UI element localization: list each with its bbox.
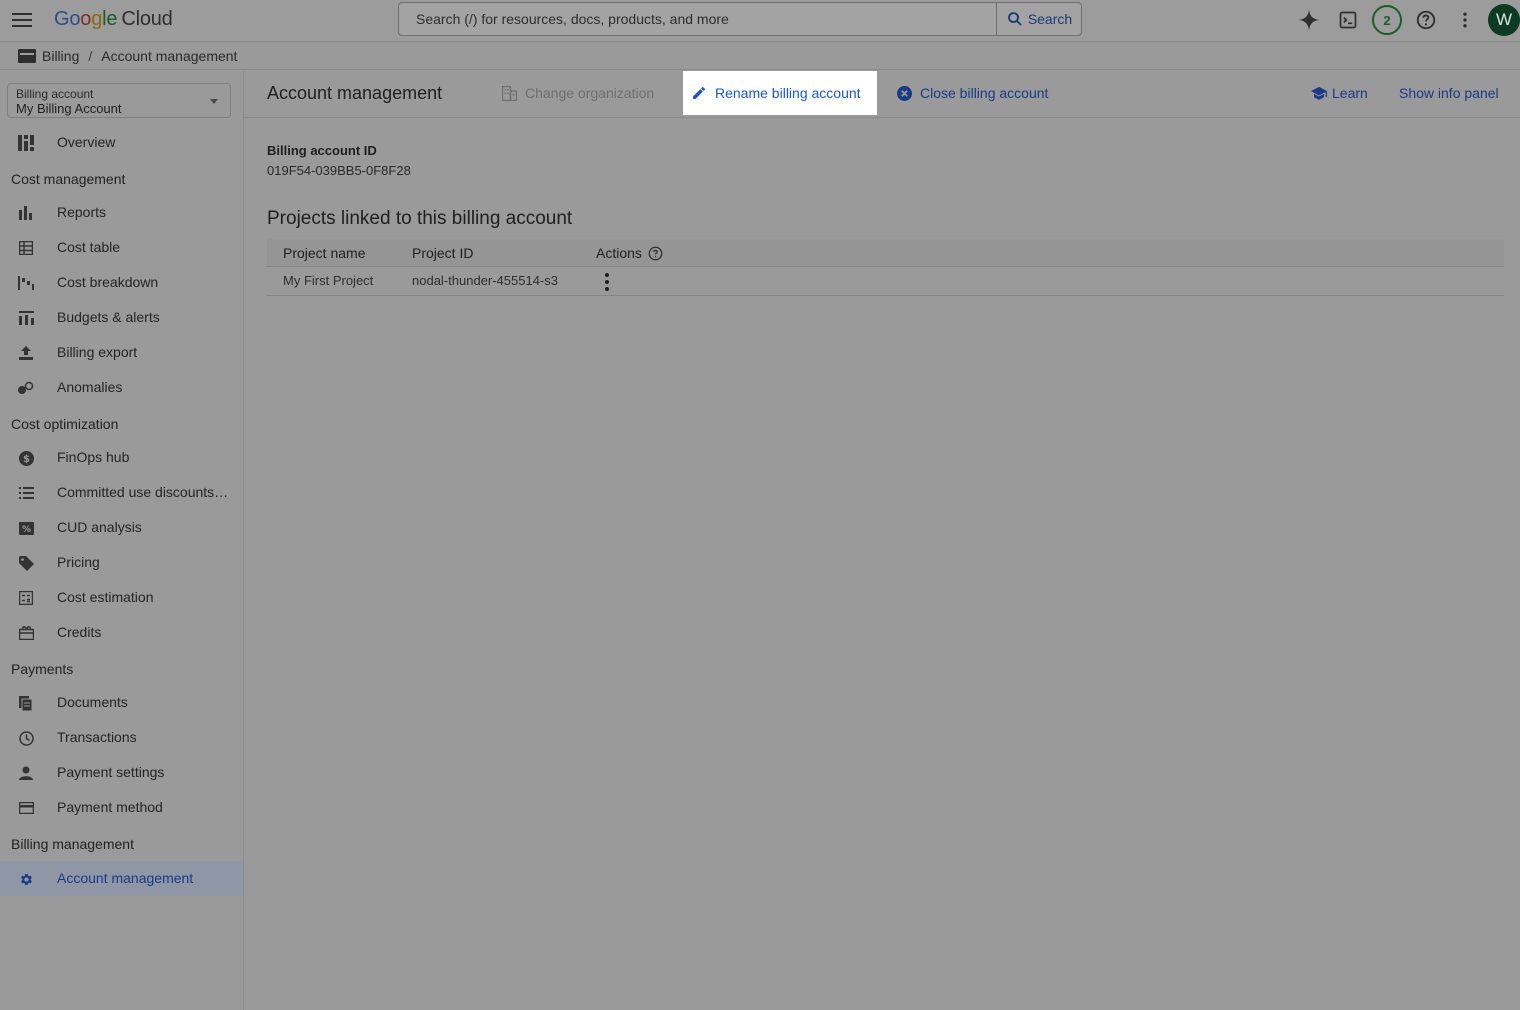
project-id-cell: nodal-thunder-455514-s3: [412, 273, 558, 288]
rename-billing-account-button[interactable]: Rename billing account: [683, 71, 877, 115]
google-cloud-logo[interactable]: Google Cloud: [54, 8, 173, 31]
breadcrumb: Billing / Account management: [0, 43, 1520, 70]
column-header-project-name: Project name: [283, 245, 366, 261]
help-icon[interactable]: [1410, 4, 1442, 36]
column-header-actions: Actions: [596, 245, 663, 261]
billing-account-id-label: Billing account ID: [267, 143, 377, 158]
table-header-row: Project name Project ID Actions: [267, 239, 1504, 267]
sidebar-item-committed-use-discounts[interactable]: Committed use discounts…: [0, 475, 243, 510]
top-bar: GoogleCloud Search 2 W: [0, 0, 1520, 42]
sidebar-item-account-management[interactable]: Account management: [0, 861, 243, 896]
more-options-icon[interactable]: [1449, 4, 1481, 36]
cloud-shell-icon[interactable]: [1332, 4, 1364, 36]
search-input[interactable]: [399, 3, 995, 35]
table-icon: [18, 240, 34, 256]
dashboard-icon: [18, 135, 34, 151]
gear-icon: [18, 871, 34, 887]
breadcrumb-account-management: Account management: [101, 48, 238, 64]
search-bar: Search: [398, 2, 1082, 36]
column-header-project-id: Project ID: [412, 245, 474, 261]
learn-button[interactable]: Learn: [1311, 71, 1368, 115]
section-cost-optimization: Cost optimization: [11, 416, 119, 432]
projects-section-title: Projects linked to this billing account: [267, 208, 573, 229]
section-cost-management: Cost management: [11, 171, 126, 187]
search-icon: [1007, 12, 1022, 26]
gemini-sparkle-icon[interactable]: [1293, 4, 1325, 36]
list-icon: [18, 485, 34, 501]
main-content: Account management Change organization R…: [244, 71, 1520, 1010]
percent-icon: %: [18, 520, 34, 536]
building-icon: [502, 85, 517, 101]
projects-table: Project name Project ID Actions My First…: [267, 239, 1504, 296]
billing-account-select[interactable]: Billing account My Billing Account: [7, 83, 231, 118]
sidebar: Billing account My Billing Account Overv…: [0, 71, 244, 1010]
sidebar-item-reports[interactable]: Reports: [0, 195, 243, 230]
section-billing-management: Billing management: [11, 836, 134, 852]
credit-card-icon: [18, 800, 34, 816]
school-icon: [1311, 86, 1327, 101]
breadcrumb-separator: /: [88, 48, 93, 64]
sidebar-item-payment-method[interactable]: Payment method: [0, 790, 243, 825]
table-row: My First Project nodal-thunder-455514-s3: [267, 267, 1504, 296]
sidebar-item-overview[interactable]: Overview: [0, 125, 243, 160]
svg-text:%: %: [21, 525, 30, 535]
sidebar-item-credits[interactable]: Credits: [0, 615, 243, 650]
bar-chart-icon: [18, 205, 34, 221]
page-toolbar: Account management Change organization R…: [244, 71, 1520, 118]
page-title: Account management: [267, 83, 443, 103]
sidebar-item-cost-breakdown[interactable]: Cost breakdown: [0, 265, 243, 300]
sidebar-item-payment-settings[interactable]: Payment settings: [0, 755, 243, 790]
person-icon: [18, 765, 34, 781]
change-organization-button[interactable]: Change organization: [502, 71, 654, 115]
search-button[interactable]: Search: [996, 3, 1081, 35]
dollar-circle-icon: $: [18, 450, 34, 466]
billing-account-select-value: My Billing Account: [16, 101, 122, 116]
account-avatar[interactable]: W: [1488, 4, 1520, 36]
chevron-down-icon: [210, 99, 218, 104]
calculator-icon: [18, 590, 34, 606]
section-payments: Payments: [11, 661, 74, 677]
svg-text:$: $: [23, 454, 30, 465]
billing-account-select-label: Billing account: [16, 87, 94, 101]
documents-icon: [18, 695, 34, 711]
sidebar-item-documents[interactable]: Documents: [0, 685, 243, 720]
main-menu-icon[interactable]: [12, 10, 32, 30]
gift-card-icon: [18, 625, 34, 641]
anomalies-icon: [18, 380, 34, 396]
row-actions-menu-icon[interactable]: [599, 272, 615, 292]
sidebar-item-finops-hub[interactable]: $ FinOps hub: [0, 440, 243, 475]
sidebar-item-transactions[interactable]: Transactions: [0, 720, 243, 755]
breadcrumb-billing[interactable]: Billing: [42, 48, 79, 64]
close-circle-icon: [897, 85, 912, 101]
show-info-panel-button[interactable]: Show info panel: [1399, 71, 1499, 115]
billing-icon: [18, 49, 36, 63]
clock-icon: [18, 730, 34, 746]
pencil-icon: [691, 85, 707, 101]
upload-icon: [18, 345, 34, 361]
sidebar-item-cost-table[interactable]: Cost table: [0, 230, 243, 265]
waterfall-chart-icon: [18, 275, 34, 291]
sidebar-item-cost-estimation[interactable]: Cost estimation: [0, 580, 243, 615]
project-name-cell: My First Project: [283, 273, 374, 288]
sidebar-item-cud-analysis[interactable]: % CUD analysis: [0, 510, 243, 545]
sidebar-item-billing-export[interactable]: Billing export: [0, 335, 243, 370]
budget-chart-icon: [18, 310, 34, 326]
sidebar-item-pricing[interactable]: Pricing: [0, 545, 243, 580]
notifications-badge[interactable]: 2: [1371, 4, 1403, 36]
billing-account-id-value: 019F54-039BB5-0F8F28: [267, 163, 411, 178]
close-billing-account-button[interactable]: Close billing account: [897, 71, 1048, 115]
sidebar-item-budgets-alerts[interactable]: Budgets & alerts: [0, 300, 243, 335]
sidebar-item-anomalies[interactable]: Anomalies: [0, 370, 243, 405]
help-icon[interactable]: [648, 246, 663, 261]
tag-icon: [18, 555, 34, 571]
